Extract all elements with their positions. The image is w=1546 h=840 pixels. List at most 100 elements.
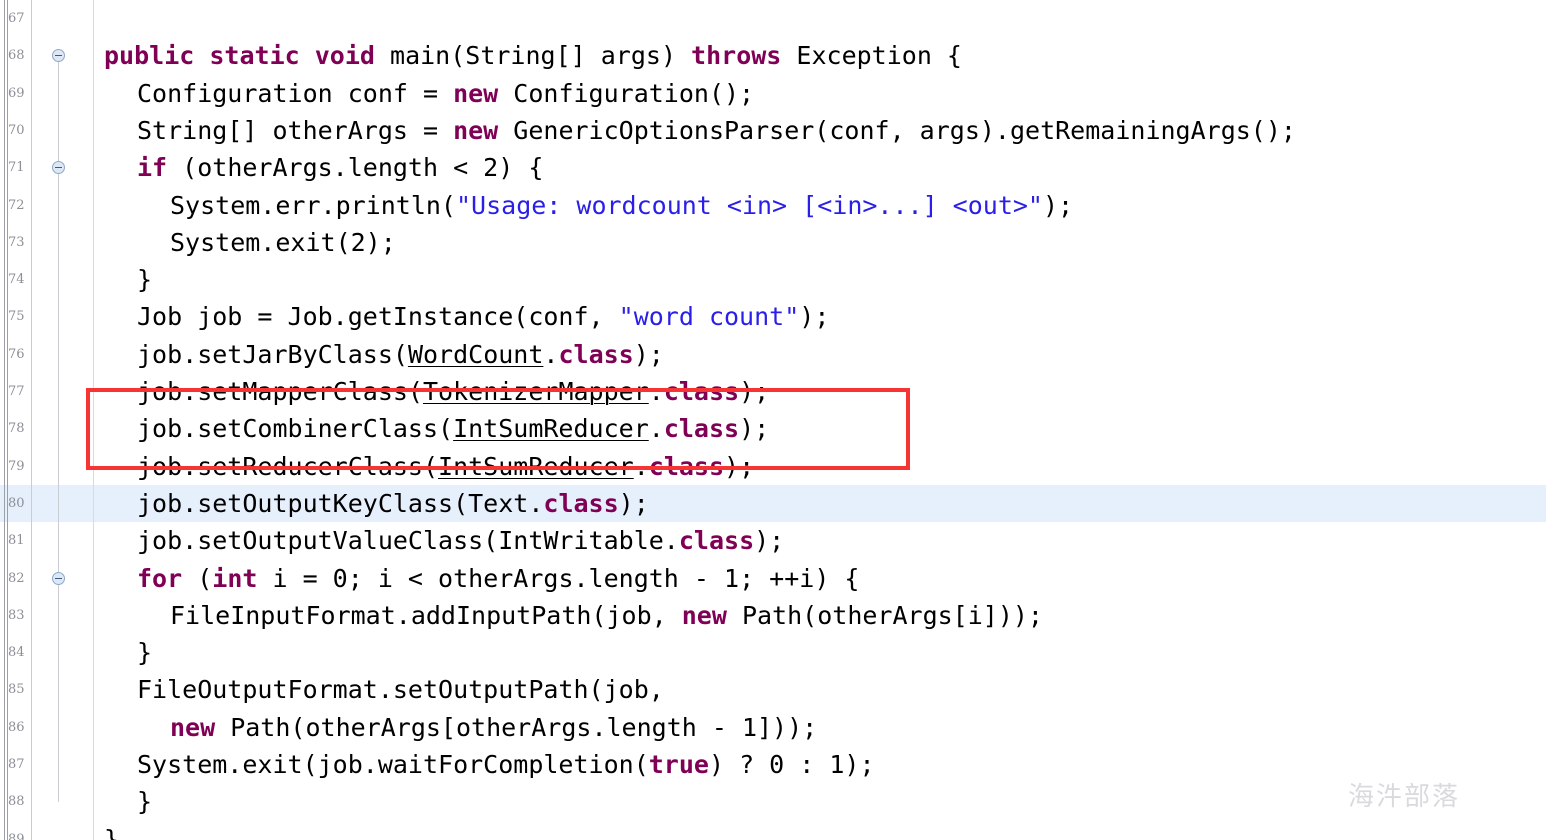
code-line[interactable]: job.setOutputValueClass(IntWritable.clas… <box>137 522 784 559</box>
code-token-plain: ); <box>799 302 830 332</box>
line-number[interactable]: 87 <box>8 746 29 783</box>
code-token-plain: main(String[] args) <box>374 41 692 71</box>
code-editor[interactable]: public static void main(String[] args) t… <box>0 0 1546 840</box>
code-line[interactable]: System.err.println("Usage: wordcount <in… <box>170 187 1073 224</box>
code-token-kw: new <box>170 712 216 742</box>
code-token-kw: class <box>678 526 755 556</box>
line-number[interactable]: 83 <box>8 597 29 634</box>
fold-collapse-icon[interactable] <box>52 49 65 63</box>
code-token-kw: for <box>137 563 183 593</box>
code-token-kw: class <box>648 451 725 481</box>
code-token-plain: } <box>104 824 120 840</box>
code-folding-gutter[interactable] <box>32 0 94 840</box>
code-token-kw: public <box>104 41 195 71</box>
code-line[interactable]: new Path(otherArgs[otherArgs.length - 1]… <box>170 709 817 746</box>
code-line[interactable]: job.setReducerClass(IntSumReducer.class)… <box>137 448 754 485</box>
code-token-kw: throws <box>691 41 782 71</box>
code-token-plain: job.setMapperClass( <box>137 377 423 406</box>
code-token-plain: job.setCombinerClass( <box>137 414 454 444</box>
code-line[interactable]: } <box>137 634 152 671</box>
line-number[interactable]: 72 <box>8 187 29 224</box>
code-token-plain: job.setOutputValueClass(IntWritable. <box>137 526 679 556</box>
gutter-border-outer <box>4 0 5 840</box>
line-number[interactable]: 68 <box>8 37 29 74</box>
code-token-plain: System.exit(job.waitForCompletion( <box>137 750 649 779</box>
line-number[interactable]: 86 <box>8 709 29 746</box>
line-number[interactable]: 89 <box>8 821 29 840</box>
code-token-plain: ); <box>739 414 770 444</box>
code-token-plain: ( <box>182 563 213 593</box>
line-number[interactable]: 82 <box>8 560 29 597</box>
code-token-cls: WordCount <box>407 339 544 369</box>
code-line[interactable]: if (otherArgs.length < 2) { <box>137 149 543 186</box>
code-token-plain: job.setJarByClass( <box>137 339 408 369</box>
code-line[interactable]: } <box>104 821 119 840</box>
code-token-kw: new <box>453 115 499 145</box>
code-token-plain: FileOutputFormat.setOutputPath(job, <box>137 675 664 705</box>
code-line[interactable]: Configuration conf = new Configuration()… <box>137 75 754 112</box>
code-token-plain: . <box>543 339 559 369</box>
line-number[interactable]: 79 <box>8 448 29 485</box>
line-number[interactable]: 88 <box>8 783 29 820</box>
code-line[interactable]: Job job = Job.getInstance(conf, "word co… <box>137 298 829 335</box>
code-line[interactable]: System.exit(2); <box>170 224 396 261</box>
line-number[interactable]: 71 <box>8 149 29 186</box>
code-line[interactable]: job.setMapperClass(TokenizerMapper.class… <box>137 373 769 410</box>
fold-collapse-icon[interactable] <box>52 571 65 585</box>
code-line[interactable]: String[] otherArgs = new GenericOptionsP… <box>137 112 1296 149</box>
code-token-kw: class <box>663 414 740 444</box>
line-number[interactable]: 70 <box>8 112 29 149</box>
code-token-kw: class <box>558 339 634 369</box>
code-token-plain: Job job = Job.getInstance(conf, <box>137 302 619 332</box>
line-number[interactable]: 67 <box>8 0 29 37</box>
code-token-plain: ); <box>1042 190 1074 220</box>
code-token-plain: . <box>648 377 664 406</box>
line-number[interactable]: 74 <box>8 261 29 298</box>
fold-collapse-icon[interactable] <box>52 161 65 175</box>
code-line[interactable]: public static void main(String[] args) t… <box>104 37 962 74</box>
fold-gutter-separator <box>93 0 94 840</box>
code-line[interactable]: for (int i = 0; i < otherArgs.length - 1… <box>137 560 859 597</box>
code-token-cls: TokenizerMapper <box>422 377 649 406</box>
code-token-cls: IntSumReducer <box>438 451 634 481</box>
code-line[interactable]: FileInputFormat.addInputPath(job, new Pa… <box>170 597 1043 634</box>
code-line[interactable]: } <box>137 783 152 820</box>
code-token-cls: IntSumReducer <box>453 414 649 444</box>
code-token-kw: new <box>681 600 727 630</box>
code-token-plain: GenericOptionsParser(conf, args).getRema… <box>498 115 1296 145</box>
line-number[interactable]: 69 <box>8 75 29 112</box>
code-token-plain: . <box>648 414 664 444</box>
line-number[interactable]: 76 <box>8 336 29 373</box>
line-number[interactable]: 85 <box>8 671 29 708</box>
line-number[interactable]: 73 <box>8 224 29 261</box>
code-line[interactable]: job.setOutputKeyClass(Text.class); <box>137 485 649 522</box>
code-token-plain: job.setReducerClass( <box>137 451 439 481</box>
code-line[interactable]: System.exit(job.waitForCompletion(true) … <box>137 746 875 783</box>
line-number[interactable]: 78 <box>8 410 29 447</box>
code-token-kw: new <box>453 78 499 108</box>
code-content[interactable]: public static void main(String[] args) t… <box>0 0 1546 840</box>
code-token-kw: if <box>137 153 168 183</box>
code-token-kw: static <box>209 41 300 71</box>
code-line[interactable]: FileOutputFormat.setOutputPath(job, <box>137 671 664 708</box>
code-token-plain: ); <box>739 377 770 406</box>
line-number[interactable]: 81 <box>8 522 29 559</box>
code-token-kw: int <box>212 563 258 593</box>
code-line[interactable]: } <box>137 261 152 298</box>
code-token-plain: } <box>137 265 153 295</box>
code-token-kw: true <box>648 750 709 779</box>
line-number[interactable]: 77 <box>8 373 29 410</box>
code-token-plain: } <box>137 787 153 817</box>
gutter-border-inner <box>7 0 8 840</box>
code-token-plain: Configuration(); <box>498 78 755 108</box>
line-number[interactable]: 84 <box>8 634 29 671</box>
code-line[interactable]: job.setJarByClass(WordCount.class); <box>137 336 664 373</box>
line-number[interactable]: 80 <box>8 485 29 522</box>
code-token-plain: . <box>633 451 649 481</box>
line-number[interactable]: 75 <box>8 298 29 335</box>
code-token-str: "word count" <box>618 302 800 332</box>
code-line[interactable]: job.setCombinerClass(IntSumReducer.class… <box>137 410 769 447</box>
code-token-plain: (otherArgs.length < 2) { <box>167 153 544 183</box>
